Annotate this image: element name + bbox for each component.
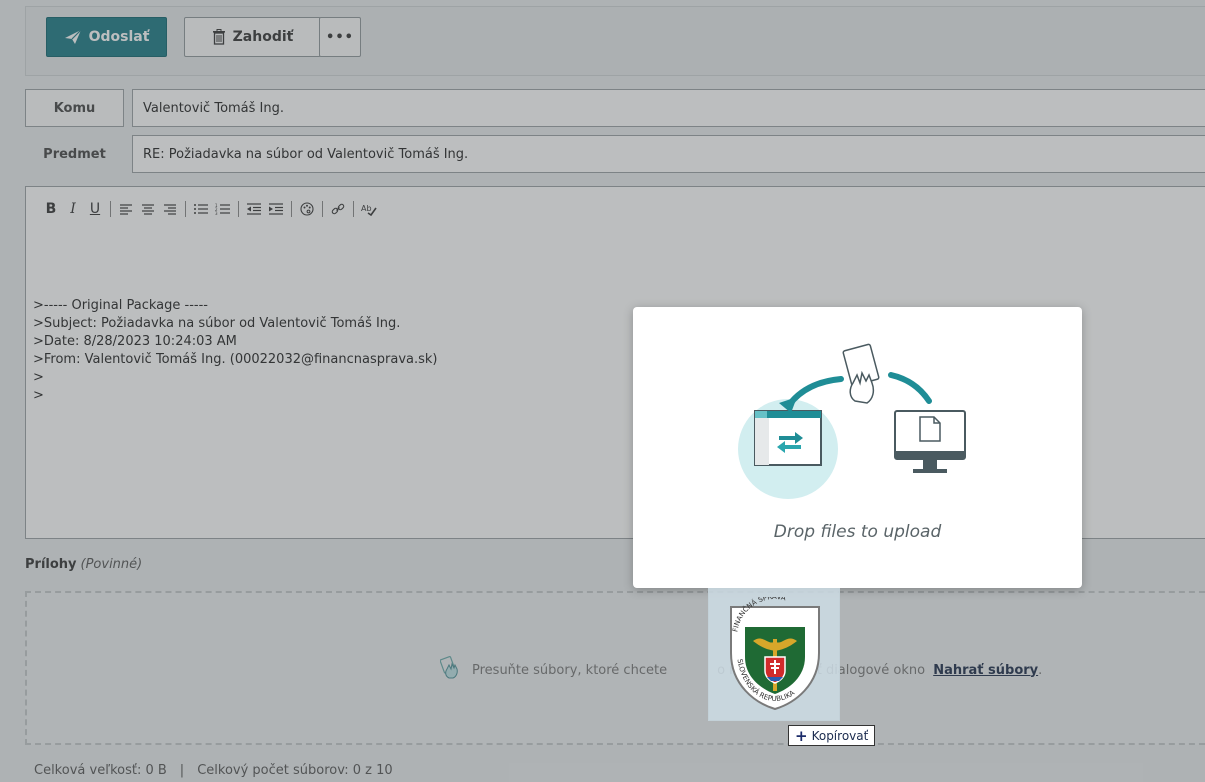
compose-page: Odoslať Zahodiť ••• Komu Valentovič Tomá… bbox=[0, 0, 1205, 782]
dragged-file-preview[interactable]: FINANČNÁ SPRÁVA SLOVENSKÁ REPUBLIKA bbox=[708, 588, 840, 721]
plus-icon: + bbox=[795, 726, 808, 745]
drop-files-modal[interactable]: Drop files to upload bbox=[633, 307, 1082, 588]
drop-files-text: Drop files to upload bbox=[773, 522, 942, 542]
drop-upload-illustration bbox=[738, 343, 966, 499]
financna-sprava-logo: FINANČNÁ SPRÁVA SLOVENSKÁ REPUBLIKA bbox=[730, 597, 820, 711]
copy-tooltip-label: Kopírovať bbox=[811, 728, 869, 743]
copy-tooltip: + Kopírovať bbox=[788, 725, 876, 746]
